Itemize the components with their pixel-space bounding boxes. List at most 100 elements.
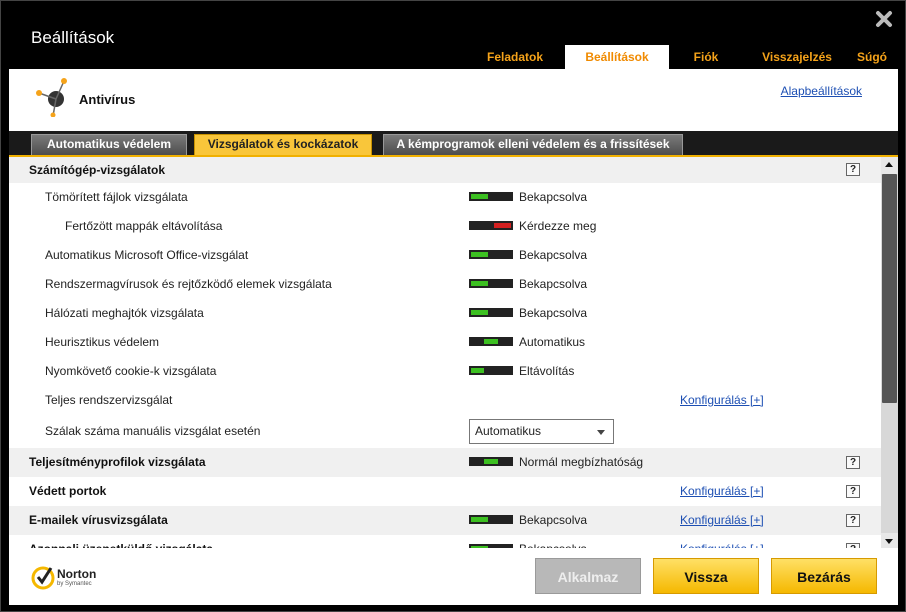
- settings-list: Számítógép-vizsgálatok ? Tömörített fájl…: [9, 155, 898, 548]
- setting-status[interactable]: Automatikus: [469, 328, 585, 357]
- tab-scans-and-risks[interactable]: Vizsgálatok és kockázatok: [194, 134, 372, 155]
- status-text: Bekapcsolva: [519, 277, 588, 292]
- category-row-performance: Teljesítményprofilok vizsgálata Normál m…: [9, 448, 881, 477]
- defaults-link[interactable]: Alapbeállítások: [781, 84, 862, 98]
- row-label: Szálak száma manuális vizsgálat esetén: [45, 424, 261, 438]
- row-label: E-mailek vírusvizsgálata: [29, 513, 168, 527]
- norton-check-icon: [31, 566, 55, 590]
- setting-status[interactable]: Bekapcsolva: [469, 183, 587, 212]
- help-icon[interactable]: ?: [846, 163, 860, 176]
- settings-window: Beállítások Feladatok Beállítások Fiók V…: [0, 0, 906, 612]
- chevron-up-icon: [885, 162, 893, 167]
- toggle-switch[interactable]: [469, 192, 513, 202]
- tab-spyware-updates[interactable]: A kémprogramok elleni védelem és a friss…: [383, 134, 683, 155]
- scroll-down-button[interactable]: [881, 533, 898, 548]
- toggle-switch[interactable]: [469, 279, 513, 289]
- vertical-scrollbar[interactable]: [881, 157, 898, 548]
- category-row-computer-scans: Számítógép-vizsgálatok ?: [9, 157, 881, 183]
- setting-status[interactable]: Eltávolítás: [469, 357, 574, 386]
- help-icon[interactable]: ?: [846, 485, 860, 498]
- footer-bar: Norton by Symantec Alkalmaz Vissza Bezár…: [9, 548, 898, 605]
- chevron-down-icon: [597, 430, 605, 435]
- close-button[interactable]: Bezárás: [771, 558, 877, 594]
- brand-name: Norton: [57, 567, 97, 581]
- setting-status[interactable]: Kérdezze meg: [469, 212, 596, 241]
- setting-row: Tömörített fájlok vizsgálata Bekapcsolva: [9, 183, 881, 212]
- nav-item-help[interactable]: Súgó: [852, 45, 892, 86]
- antivirus-icon: [36, 78, 67, 117]
- toggle-switch[interactable]: [469, 366, 513, 376]
- nav-item-tasks[interactable]: Feladatok: [472, 45, 558, 69]
- setting-row: Automatikus Microsoft Office-vizsgálat B…: [9, 241, 881, 270]
- section-title: Antivírus: [79, 92, 136, 107]
- back-button[interactable]: Vissza: [653, 558, 759, 594]
- row-label: Rendszermagvírusok és rejtőzködő elemek …: [45, 277, 332, 291]
- status-text: Automatikus: [519, 335, 586, 350]
- toggle-switch[interactable]: [469, 515, 513, 525]
- status-text: Normál megbízhatóság: [519, 455, 644, 470]
- row-label: Automatikus Microsoft Office-vizsgálat: [45, 248, 249, 262]
- setting-status[interactable]: Bekapcsolva: [469, 299, 587, 328]
- select-value: Automatikus: [475, 424, 542, 438]
- configure-link[interactable]: Konfigurálás [+]: [680, 535, 764, 548]
- status-text: Bekapcsolva: [519, 190, 588, 205]
- row-label: Azonnali üzenetküldő vizsgálata: [29, 535, 213, 548]
- status-text: Bekapcsolva: [519, 535, 587, 548]
- toggle-switch[interactable]: [469, 308, 513, 318]
- scroll-thumb[interactable]: [882, 174, 897, 403]
- setting-status[interactable]: Bekapcsolva: [469, 241, 587, 270]
- nav-item-account[interactable]: Fiók: [677, 45, 735, 69]
- brand-sub: by Symantec: [57, 581, 92, 587]
- tab-auto-protect[interactable]: Automatikus védelem: [31, 134, 187, 155]
- row-label: Teljesítményprofilok vizsgálata: [29, 455, 206, 469]
- nav-help-label: Súgó: [857, 50, 887, 64]
- setting-row: Teljes rendszervizsgálat Konfigurálás [+…: [9, 386, 881, 415]
- status-text: Bekapcsolva: [519, 513, 588, 528]
- status-text: Kérdezze meg: [519, 219, 597, 234]
- configure-link[interactable]: Konfigurálás [+]: [680, 506, 764, 535]
- toggle-switch[interactable]: [469, 457, 513, 467]
- setting-row: Rendszermagvírusok és rejtőzködő elemek …: [9, 270, 881, 299]
- setting-row: Szálak száma manuális vizsgálat esetén A…: [9, 415, 881, 448]
- row-label: Teljes rendszervizsgálat: [45, 393, 173, 407]
- norton-logo: Norton by Symantec: [31, 562, 111, 592]
- section-header: Antivírus Alapbeállítások: [9, 69, 898, 131]
- row-label: Nyomkövető cookie-k vizsgálata: [45, 364, 217, 378]
- toggle-switch[interactable]: [469, 250, 513, 260]
- configure-link[interactable]: Konfigurálás [+]: [680, 477, 764, 506]
- row-label: Hálózati meghajtók vizsgálata: [45, 306, 204, 320]
- apply-button[interactable]: Alkalmaz: [535, 558, 641, 594]
- top-navigation: Feladatok Beállítások Fiók Visszajelzés …: [1, 45, 905, 86]
- help-icon[interactable]: ?: [846, 456, 860, 469]
- status-text: Bekapcsolva: [519, 248, 588, 263]
- status-text: Bekapcsolva: [519, 306, 588, 321]
- nav-item-feedback[interactable]: Visszajelzés: [751, 45, 843, 69]
- category-row-email-scan: E-mailek vírusvizsgálata Bekapcsolva Kon…: [9, 506, 881, 535]
- setting-row: Fertőzött mappák eltávolítása Kérdezze m…: [9, 212, 881, 241]
- thread-count-select[interactable]: Automatikus: [469, 419, 614, 444]
- help-icon[interactable]: ?: [846, 514, 860, 527]
- row-label: Védett portok: [29, 484, 107, 498]
- category-row-protected-ports: Védett portok Konfigurálás [+] ?: [9, 477, 881, 506]
- row-label: Heurisztikus védelem: [45, 335, 160, 349]
- setting-status[interactable]: Normál megbízhatóság: [469, 448, 643, 477]
- category-row-instant-messenger: Azonnali üzenetküldő vizsgálata Bekapcso…: [9, 535, 881, 548]
- chevron-down-icon: [885, 539, 893, 544]
- configure-link[interactable]: Konfigurálás [+]: [680, 386, 764, 415]
- toggle-switch[interactable]: [469, 221, 513, 231]
- status-text: Eltávolítás: [519, 364, 575, 379]
- setting-row: Nyomkövető cookie-k vizsgálata Eltávolít…: [9, 357, 881, 386]
- tab-bar: Automatikus védelem Vizsgálatok és kocká…: [9, 131, 898, 155]
- row-label: Számítógép-vizsgálatok: [29, 163, 166, 177]
- setting-row: Heurisztikus védelem Automatikus: [9, 328, 881, 357]
- toggle-switch[interactable]: [469, 337, 513, 347]
- nav-item-settings[interactable]: Beállítások: [565, 45, 669, 69]
- setting-status[interactable]: Bekapcsolva: [469, 535, 587, 548]
- setting-status[interactable]: Bekapcsolva: [469, 506, 587, 535]
- close-icon[interactable]: [875, 10, 893, 28]
- setting-row: Hálózati meghajtók vizsgálata Bekapcsolv…: [9, 299, 881, 328]
- row-label: Tömörített fájlok vizsgálata: [45, 190, 188, 204]
- row-label: Fertőzött mappák eltávolítása: [65, 219, 223, 233]
- scroll-up-button[interactable]: [881, 157, 898, 174]
- setting-status[interactable]: Bekapcsolva: [469, 270, 587, 299]
